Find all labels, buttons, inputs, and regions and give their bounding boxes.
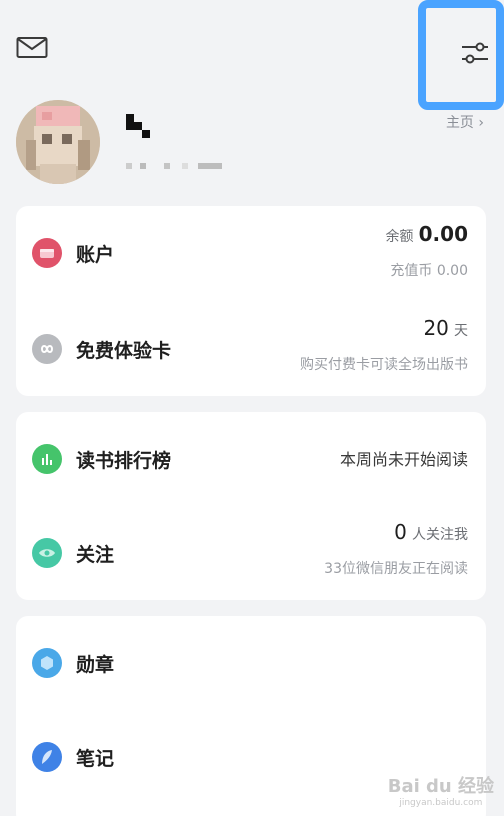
mail-icon[interactable] [16,36,48,60]
watermark-sub: jingyan.baidu.com [399,798,483,808]
user-id-pixelated [126,156,226,169]
chevron-right-icon: › [478,115,484,131]
balance-display: 余额 0.00 [386,222,468,246]
trial-days-display: 20 天 [423,316,468,340]
username-pixelated [126,114,158,138]
account-card: 账户 余额 0.00 充值币 0.00 免费体验卡 20 天 购买付费卡可读全场… [16,206,486,396]
account-row[interactable]: 账户 余额 0.00 充值币 0.00 [16,206,486,300]
follow-row[interactable]: 关注 0 人关注我 33位微信朋友正在阅读 [16,506,486,600]
balance-label: 余额 [385,229,414,245]
trial-card-row[interactable]: 免费体验卡 20 天 购买付费卡可读全场出版书 [16,302,486,396]
followers-unit: 人关注我 [412,527,468,543]
coins-display: 充值币 0.00 [390,260,468,280]
ranking-row[interactable]: 读书排行榜 本周尚未开始阅读 [16,412,486,506]
ranking-status: 本周尚未开始阅读 [339,450,468,469]
badges-row[interactable]: 勋章 [16,616,486,710]
social-card: 读书排行榜 本周尚未开始阅读 关注 0 人关注我 33位微信朋友正在阅读 [16,412,486,600]
trial-days-value: 20 [423,316,449,340]
watermark-text: Bai du 经验 [387,776,494,797]
friends-reading-text: 33位微信朋友正在阅读 [324,561,468,577]
trial-card-label: 免费体验卡 [76,340,172,362]
balance-value: 0.00 [418,222,468,246]
trial-subtitle: 购买付费卡可读全场出版书 [300,357,468,373]
wallet-icon [32,238,62,268]
eye-icon [32,538,62,568]
avatar[interactable] [16,100,100,184]
homepage-link[interactable]: 主页 › [446,112,484,132]
settings-sliders-icon[interactable] [460,38,490,68]
homepage-label: 主页 [445,115,474,131]
feather-icon [32,742,62,772]
followers-count: 0 [394,520,407,544]
coins-value: 0.00 [436,263,468,279]
ranking-label: 读书排行榜 [76,450,172,472]
account-label: 账户 [76,244,115,266]
baidu-watermark: Bai du 经验 jingyan.baidu.com [388,772,494,808]
badge-icon [32,648,62,678]
coins-label: 充值币 [390,263,433,279]
followers-display: 0 人关注我 [394,520,468,544]
follow-label: 关注 [76,544,115,566]
notes-label: 笔记 [76,748,115,770]
trial-days-unit: 天 [454,323,468,339]
profile-section: 主页 › [0,96,504,196]
bar-chart-icon [32,444,62,474]
settings-highlight-box [418,0,504,110]
infinity-icon [32,334,62,364]
top-bar [0,0,504,110]
badges-label: 勋章 [76,654,115,676]
